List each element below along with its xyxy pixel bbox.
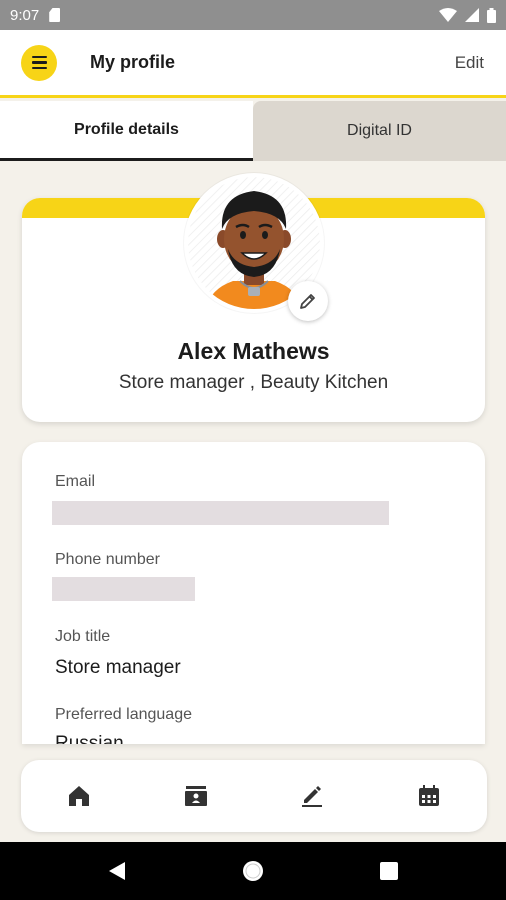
store-icon: [184, 786, 207, 806]
home-icon: [69, 786, 90, 806]
email-label: Email: [55, 473, 96, 490]
edit-avatar-button[interactable]: [288, 281, 328, 321]
system-nav-bar: [0, 842, 506, 900]
recents-icon[interactable]: [379, 861, 399, 881]
job-title-value: Store manager: [55, 657, 181, 678]
language-value: Russian: [55, 733, 124, 744]
tab-bar: Profile details Digital ID: [0, 101, 506, 161]
battery-icon: [487, 7, 496, 23]
signal-icon: [465, 8, 479, 22]
nav-calendar[interactable]: [409, 776, 449, 816]
language-label: Preferred language: [55, 706, 192, 723]
page-title: My profile: [90, 52, 176, 72]
menu-icon-line: [31, 66, 47, 70]
status-bar: 9:07: [0, 0, 506, 30]
edit-icon: [302, 786, 323, 807]
bottom-nav: [21, 760, 487, 832]
pencil-icon: [300, 294, 315, 309]
tab-profile-details[interactable]: Profile details: [0, 101, 253, 161]
nav-edit[interactable]: [292, 776, 332, 816]
email-value-redacted: [52, 501, 389, 525]
profile-name: Alex Mathews: [177, 338, 330, 364]
details-card: Email Phone number Job title Store manag…: [22, 442, 485, 744]
menu-icon-line: [31, 61, 47, 64]
nav-home[interactable]: [59, 776, 99, 816]
phone-value-redacted: [52, 577, 195, 601]
menu-button[interactable]: [21, 44, 57, 81]
profile-role: Store manager , Beauty Kitchen: [118, 372, 389, 393]
app-bar: My profile Edit: [0, 30, 506, 98]
job-title-label: Job title: [55, 628, 111, 645]
calendar-icon: [418, 785, 439, 806]
phone-label: Phone number: [55, 551, 160, 568]
status-time: 9:07: [10, 6, 40, 24]
home-button-icon[interactable]: [241, 859, 265, 883]
nav-store[interactable]: [176, 776, 216, 816]
wifi-icon: [439, 8, 457, 22]
edit-button[interactable]: Edit: [455, 53, 484, 73]
sd-card-icon: [49, 8, 61, 22]
tab-digital-id[interactable]: Digital ID: [253, 101, 506, 161]
menu-icon-line: [31, 55, 47, 59]
back-icon[interactable]: [107, 861, 127, 881]
